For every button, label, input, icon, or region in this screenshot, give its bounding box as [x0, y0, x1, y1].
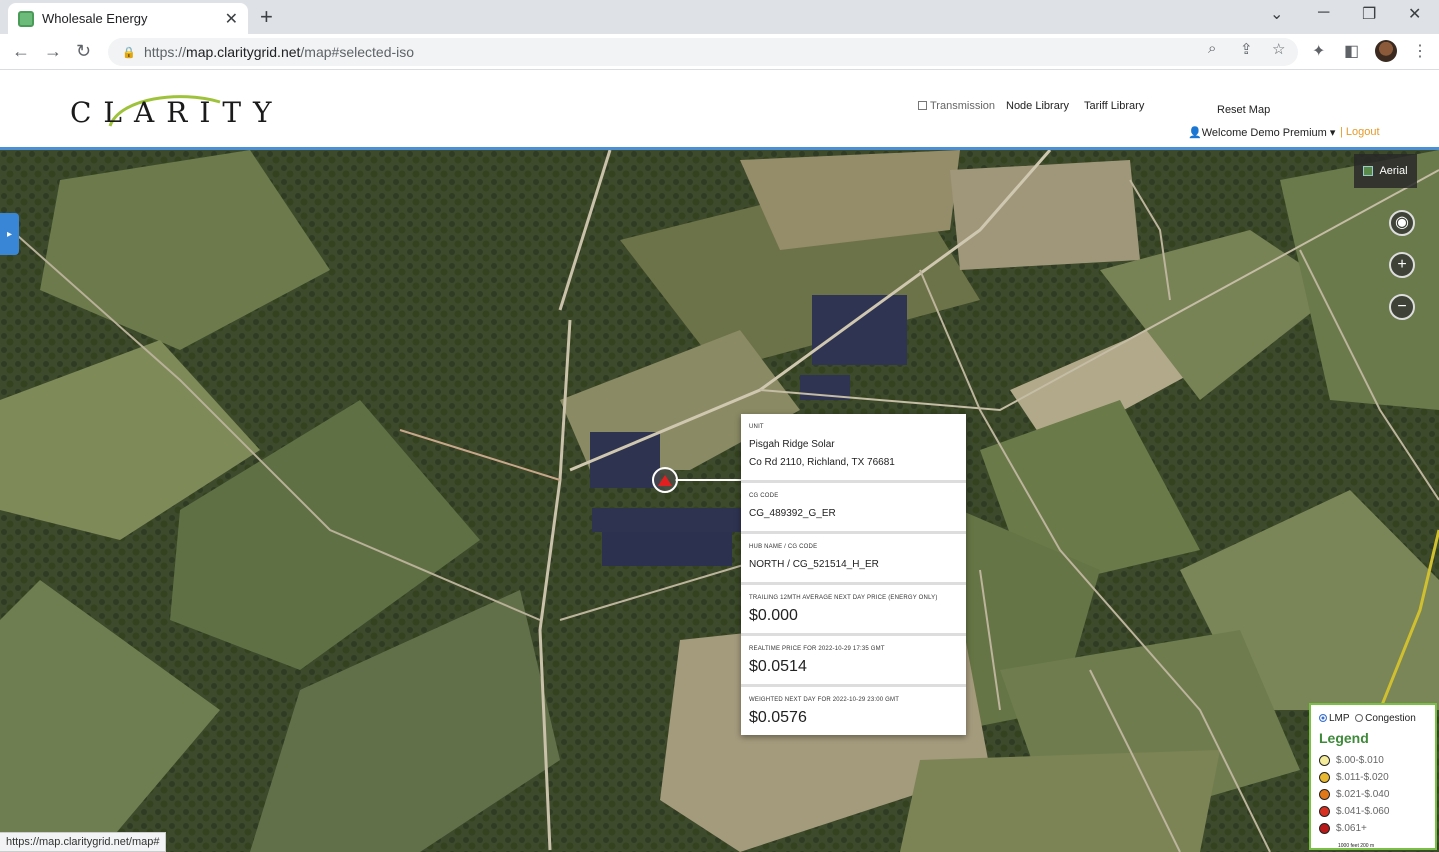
- side-panel-toggle[interactable]: ▸: [0, 213, 19, 255]
- aerial-label: Aerial: [1379, 165, 1408, 177]
- weighted-label: WEIGHTED NEXT DAY FOR 2022-10-29 23:00 G…: [749, 697, 900, 703]
- nav-tariff-library[interactable]: Tariff Library: [1084, 100, 1144, 112]
- realtime-price: $0.0514: [749, 658, 807, 675]
- logout-link[interactable]: | Logout: [1340, 126, 1380, 138]
- transmission-toggle[interactable]: Transmission: [918, 100, 995, 112]
- user-icon: 👤: [1188, 127, 1202, 139]
- legend-swatch-icon: [1319, 789, 1330, 800]
- congestion-radio[interactable]: [1355, 714, 1364, 722]
- lmp-radio[interactable]: [1319, 714, 1327, 722]
- hub-label: HUB Name / CG CODE: [749, 544, 818, 550]
- basemap-aerial-button[interactable]: Aerial: [1354, 154, 1417, 188]
- trailing-price: $0.000: [749, 607, 798, 624]
- map-canvas[interactable]: ▸ Aerial ◉ + −: [0, 150, 1439, 852]
- sidepanel-icon[interactable]: ◧: [1344, 41, 1359, 61]
- unit-popup: UNIT Pisgah Ridge Solar Co Rd 2110, Rich…: [741, 414, 966, 735]
- unit-address: Co Rd 2110, Richland, TX 76681: [749, 457, 895, 468]
- legend-swatch-icon: [1319, 806, 1330, 817]
- lock-icon: 🔒: [122, 47, 136, 59]
- legend-range-label: $.021-$.040: [1336, 789, 1390, 800]
- tab-search-icon[interactable]: ⌄: [1270, 4, 1283, 24]
- zoom-icon[interactable]: ⌕: [1208, 40, 1216, 57]
- legend-row: $.011-$.020: [1319, 769, 1427, 786]
- url-scheme: https://: [144, 44, 187, 60]
- map-legend: LMP Congestion Legend $.00-$.010 $.011-$.…: [1309, 703, 1437, 850]
- popup-connector: [675, 479, 741, 481]
- legend-row: $.021-$.040: [1319, 786, 1427, 803]
- zoom-in-button[interactable]: +: [1389, 252, 1415, 278]
- share-icon[interactable]: ⇪: [1240, 40, 1253, 58]
- popup-trailing-section: TRAILING 12mth AVERAGE NEXT DAY PRICE (E…: [741, 585, 966, 636]
- popup-hub-section: HUB Name / CG CODE NORTH / CG_521514_H_E…: [741, 534, 966, 585]
- url-path: /map#selected-iso: [300, 44, 415, 60]
- zoom-out-button[interactable]: −: [1389, 294, 1415, 320]
- nav-node-library[interactable]: Node Library: [1006, 100, 1069, 112]
- status-url: https://map.claritygrid.net/map#: [0, 832, 167, 852]
- unit-label: UNIT: [749, 424, 764, 430]
- lmp-label: LMP: [1329, 713, 1350, 724]
- map-layer-icon: [1363, 166, 1374, 176]
- aerial-imagery: [0, 150, 1439, 852]
- weighted-price: $0.0576: [749, 709, 807, 726]
- unit-name: Pisgah Ridge Solar: [749, 439, 835, 450]
- extensions-icon[interactable]: ✦: [1312, 41, 1325, 61]
- url-field[interactable]: 🔒 https://map.claritygrid.net/map#select…: [108, 38, 1298, 66]
- legend-row: $.061+: [1319, 820, 1427, 837]
- legend-row: $.00-$.010: [1319, 752, 1427, 769]
- profile-avatar[interactable]: [1375, 40, 1397, 62]
- locate-icon[interactable]: ◉: [1389, 210, 1415, 236]
- clarity-logo[interactable]: CLARITY: [70, 88, 300, 138]
- legend-mode-toggle: LMP Congestion: [1319, 713, 1427, 724]
- bookmark-star-icon[interactable]: ☆: [1272, 40, 1285, 58]
- legend-swatch-icon: [1319, 823, 1330, 834]
- cg-code: CG_489392_G_ER: [749, 508, 836, 519]
- menu-icon[interactable]: ⋮: [1412, 41, 1428, 61]
- triangle-marker-icon: [658, 474, 672, 486]
- legend-swatch-icon: [1319, 755, 1330, 766]
- trailing-label: TRAILING 12mth AVERAGE NEXT DAY PRICE (E…: [749, 595, 938, 601]
- reset-map-button[interactable]: Reset Map: [1217, 104, 1270, 116]
- app-header: CLARITY Transmission Node Library Tariff…: [0, 70, 1439, 150]
- minimize-icon[interactable]: ─: [1318, 4, 1329, 22]
- realtime-label: REALTIME PRICE FOR 2022-10-29 17:35 GMT: [749, 646, 885, 652]
- legend-row: $.041-$.060: [1319, 803, 1427, 820]
- tab-title: Wholesale Energy: [42, 11, 148, 26]
- close-window-icon[interactable]: ✕: [1408, 4, 1421, 24]
- hub-value: NORTH / CG_521514_H_ER: [749, 559, 879, 570]
- address-bar-row: ← → ↻ 🔒 https://map.claritygrid.net/map#…: [0, 34, 1439, 70]
- logo-text: CLARITY: [70, 96, 284, 129]
- popup-weighted-section: WEIGHTED NEXT DAY FOR 2022-10-29 23:00 G…: [741, 687, 966, 735]
- checkbox-icon[interactable]: [918, 101, 927, 110]
- cg-label: CG CODE: [749, 493, 779, 499]
- forward-icon[interactable]: →: [44, 41, 62, 62]
- welcome-text: Welcome Demo Premium: [1201, 127, 1327, 139]
- legend-title: Legend: [1319, 730, 1369, 746]
- back-icon[interactable]: ←: [12, 41, 30, 62]
- popup-unit-section: UNIT Pisgah Ridge Solar Co Rd 2110, Rich…: [741, 414, 966, 483]
- favicon-icon: [18, 10, 34, 27]
- close-tab-icon[interactable]: ✕: [225, 9, 238, 29]
- reload-icon[interactable]: ↻: [76, 41, 91, 62]
- scale-bar: 1000 feet 200 m: [1338, 843, 1375, 849]
- new-tab-icon[interactable]: +: [260, 4, 273, 30]
- popup-cg-section: CG CODE CG_489392_G_ER: [741, 483, 966, 534]
- popup-realtime-section: REALTIME PRICE FOR 2022-10-29 17:35 GMT …: [741, 636, 966, 687]
- congestion-label: Congestion: [1365, 713, 1416, 724]
- unit-marker[interactable]: [652, 467, 678, 493]
- browser-tab[interactable]: Wholesale Energy ✕: [8, 3, 248, 34]
- browser-tab-bar: Wholesale Energy ✕ + ⌄ ─ ❐ ✕: [0, 0, 1439, 34]
- legend-swatch-icon: [1319, 772, 1330, 783]
- legend-range-label: $.011-$.020: [1336, 772, 1389, 783]
- transmission-label: Transmission: [930, 100, 995, 112]
- restore-icon[interactable]: ❐: [1362, 4, 1376, 24]
- user-menu[interactable]: 👤Welcome Demo Premium ▾: [1188, 126, 1335, 139]
- legend-range-label: $.00-$.010: [1336, 755, 1384, 766]
- legend-range-label: $.061+: [1336, 823, 1367, 834]
- legend-range-label: $.041-$.060: [1336, 806, 1390, 817]
- caret-right-icon: ▸: [6, 228, 13, 240]
- url-host: map.claritygrid.net: [186, 44, 301, 60]
